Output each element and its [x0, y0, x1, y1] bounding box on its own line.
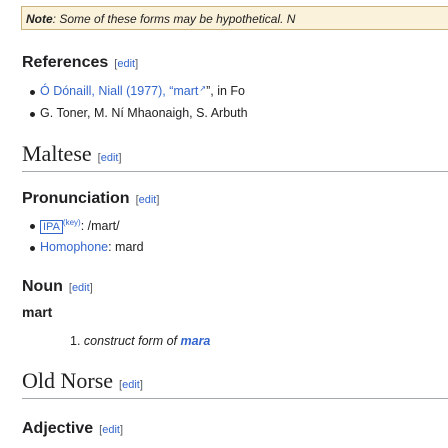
maltese-edit: [edit] [97, 152, 122, 164]
old-norse-heading-text: Old Norse [22, 368, 114, 393]
reference-2-text: G. Toner, M. Ní Mhaonaigh, S. Arbuth [40, 106, 248, 120]
note-text: : Some of these forms may be hypothetica… [52, 12, 296, 26]
ipa-value: : /mart/ [80, 219, 120, 234]
ipa-key-link[interactable]: (key) [63, 218, 81, 227]
reference-1-tail: ”, in Fo [206, 84, 245, 98]
noun-edit-link[interactable]: edit [72, 282, 90, 294]
homophone-link[interactable]: Homophone [40, 240, 108, 254]
ipa-link[interactable]: IPA [40, 219, 63, 234]
adjective-heading-text: Adjective [22, 420, 94, 437]
ipa-item: IPA (key): /mart/ [30, 218, 120, 234]
old-norse-heading: Old Norse [edit] [22, 368, 143, 394]
homophone-value: : mard [108, 240, 144, 254]
homophone-item: Homophone: mard [30, 240, 144, 254]
references-heading: References [edit] [22, 54, 138, 72]
noun-heading-text: Noun [22, 278, 63, 295]
headword: mart [22, 304, 53, 320]
pronunciation-heading-text: Pronunciation [22, 190, 130, 207]
maltese-heading-text: Maltese [22, 141, 92, 166]
old-norse-edit-link[interactable]: edit [122, 379, 140, 391]
note-prefix: Note [26, 12, 53, 26]
definition-link-mara[interactable]: mara [181, 334, 211, 348]
adjective-edit: [edit] [99, 424, 124, 436]
maltese-divider [22, 171, 448, 172]
references-edit: [edit] [114, 58, 139, 70]
maltese-heading: Maltese [edit] [22, 141, 122, 167]
reference-1-text: Ó Dónaill, Niall (1977), “mart [40, 84, 199, 98]
definition-pre: construct form of [83, 334, 178, 348]
maltese-edit-link[interactable]: edit [101, 152, 119, 164]
hypothetical-note: Note: Some of these forms may be hypothe… [21, 6, 448, 30]
reference-1-link[interactable]: Ó Dónaill, Niall (1977), “mart [40, 84, 198, 98]
reference-item-2: G. Toner, M. Ní Mhaonaigh, S. Arbuth [30, 106, 248, 120]
noun-edit: [edit] [68, 282, 93, 294]
noun-heading: Noun [edit] [22, 278, 93, 296]
references-heading-text: References [22, 54, 109, 71]
definition-1: 1. construct form of mara [70, 334, 210, 348]
references-edit-link[interactable]: edit [117, 58, 135, 70]
pronunciation-edit: [edit] [135, 194, 160, 206]
old-norse-divider [22, 398, 448, 399]
pronunciation-heading: Pronunciation [edit] [22, 190, 159, 208]
adjective-heading: Adjective [edit] [22, 420, 123, 438]
reference-item-1: Ó Dónaill, Niall (1977), “mart↗”, in Fo [30, 84, 245, 98]
definition-number: 1. [70, 334, 81, 348]
adjective-edit-link[interactable]: edit [102, 424, 120, 436]
old-norse-edit: [edit] [119, 379, 143, 391]
pronunciation-edit-link[interactable]: edit [139, 194, 157, 206]
